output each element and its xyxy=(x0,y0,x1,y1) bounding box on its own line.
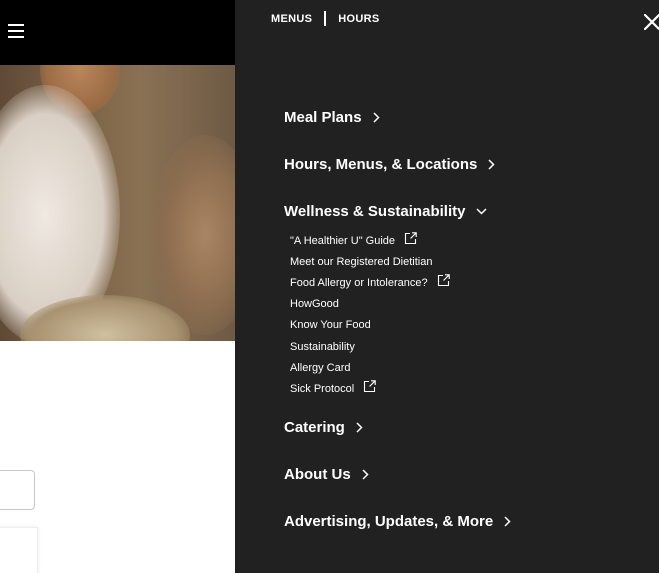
submenu-item-label: Food Allergy or Intolerance? xyxy=(290,276,428,289)
nav-meal-plans[interactable]: Meal Plans xyxy=(284,109,380,126)
hero-image xyxy=(0,65,235,341)
submenu-item-label: "A Healthier U" Guide xyxy=(290,234,396,247)
hours-link[interactable]: HOURS xyxy=(338,13,379,25)
submenu-item-food-allergy[interactable]: Food Allergy or Intolerance? xyxy=(290,272,450,293)
nav-about-us-label: About Us xyxy=(284,466,351,483)
submenu-item-label: Allergy Card xyxy=(290,361,351,374)
nav-advertising-updates[interactable]: Advertising, Updates, & More xyxy=(284,513,511,530)
submenu-item-sick-protocol[interactable]: Sick Protocol xyxy=(290,378,450,399)
chevron-right-icon xyxy=(504,516,511,527)
background-card xyxy=(0,527,38,573)
nav-wellness-sustainability[interactable]: Wellness & Sustainability xyxy=(284,203,487,220)
wellness-submenu: "A Healthier U" Guide Meet our Registere… xyxy=(290,230,450,400)
menus-link[interactable]: MENUS xyxy=(271,13,312,25)
external-link-icon xyxy=(404,232,417,245)
nav-about-us[interactable]: About Us xyxy=(284,466,369,483)
submenu-item-howgood[interactable]: HowGood xyxy=(290,294,450,315)
submenu-item-label: Meet our Registered Dietitian xyxy=(290,255,433,268)
nav-wellness-sustainability-label: Wellness & Sustainability xyxy=(284,203,466,220)
submenu-item-know-your-food[interactable]: Know Your Food xyxy=(290,315,450,336)
top-links-divider xyxy=(324,11,327,26)
chevron-right-icon xyxy=(356,422,363,433)
chevron-right-icon xyxy=(488,159,495,170)
background-input-field[interactable] xyxy=(0,470,35,510)
nav-hours-menus-locations-label: Hours, Menus, & Locations xyxy=(284,156,478,173)
external-link-icon xyxy=(364,380,376,393)
submenu-item-allergy-card[interactable]: Allergy Card xyxy=(290,357,450,378)
nav-hours-menus-locations[interactable]: Hours, Menus, & Locations xyxy=(284,156,495,173)
submenu-item-sustainability[interactable]: Sustainability xyxy=(290,336,450,357)
close-icon[interactable] xyxy=(643,13,659,31)
submenu-item-label: Sustainability xyxy=(290,340,355,353)
chevron-down-icon xyxy=(476,208,487,215)
hamburger-menu-icon[interactable] xyxy=(8,24,24,38)
submenu-item-label: Sick Protocol xyxy=(290,382,355,395)
nav-catering[interactable]: Catering xyxy=(284,419,363,436)
top-links: MENUS HOURS xyxy=(271,11,379,26)
external-link-icon xyxy=(437,274,450,287)
nav-advertising-updates-label: Advertising, Updates, & More xyxy=(284,513,494,530)
submenu-item-label: Know Your Food xyxy=(290,319,371,332)
submenu-item-label: HowGood xyxy=(290,298,339,311)
chevron-right-icon xyxy=(373,112,380,123)
navigation-menu-panel: MENUS HOURS Meal Plans Hours, Menus, & L… xyxy=(235,0,659,573)
submenu-item-healthier-u-guide[interactable]: "A Healthier U" Guide xyxy=(290,230,450,251)
chevron-right-icon xyxy=(362,469,369,480)
nav-catering-label: Catering xyxy=(284,419,345,436)
submenu-item-registered-dietitian[interactable]: Meet our Registered Dietitian xyxy=(290,251,450,272)
site-header xyxy=(0,0,235,65)
nav-meal-plans-label: Meal Plans xyxy=(284,109,362,126)
